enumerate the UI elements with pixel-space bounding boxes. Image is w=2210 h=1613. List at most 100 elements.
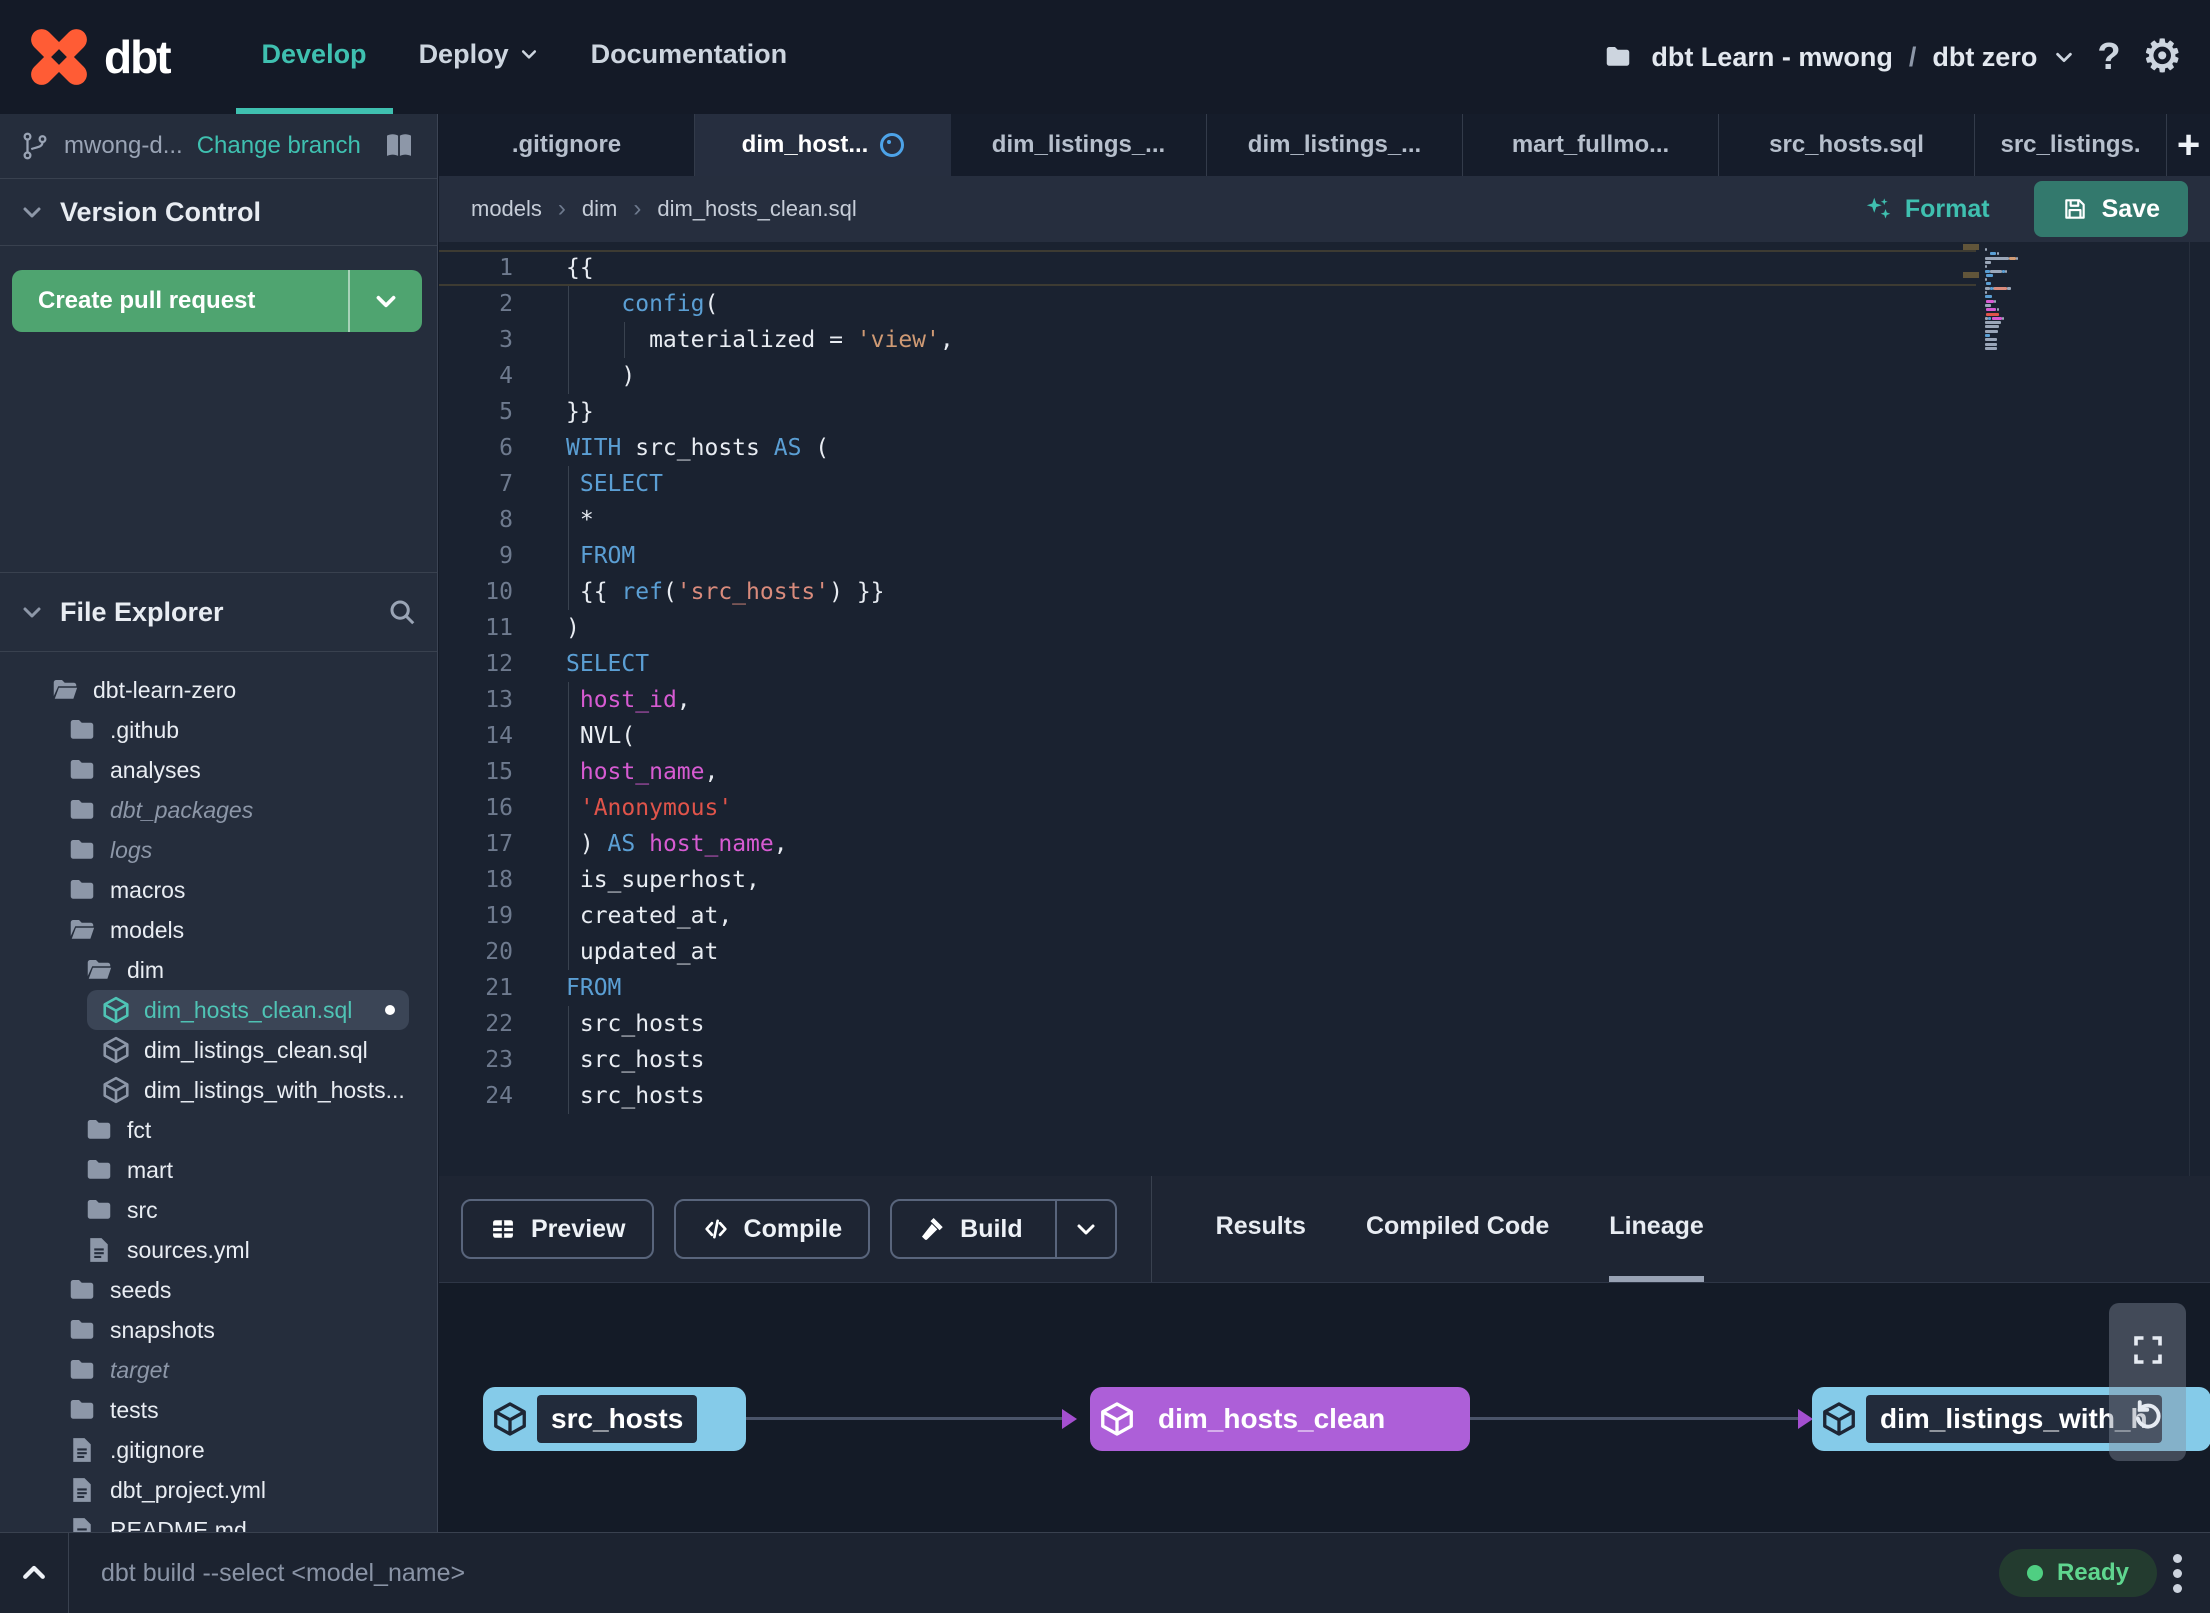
indent-guide [624, 322, 625, 358]
tree-item-dim-listings-clean-sql[interactable]: dim_listings_clean.sql [0, 1030, 437, 1070]
fullscreen-icon[interactable] [2130, 1332, 2166, 1368]
file-tab-src-listings-[interactable]: src_listings. [1975, 114, 2167, 176]
line-content: {{ [566, 250, 594, 286]
tree-item-sources-yml[interactable]: sources.yml [0, 1230, 437, 1270]
docs-book-icon[interactable] [381, 130, 417, 162]
tree-item-dbt-packages[interactable]: dbt_packages [0, 790, 437, 830]
tree-item-dim[interactable]: dim [0, 950, 437, 990]
line-number: 17 [485, 831, 513, 857]
sparkles-icon [1866, 197, 1891, 219]
tree-item-dbt-project-yml[interactable]: dbt_project.yml [0, 1470, 437, 1510]
tree-item-tests[interactable]: tests [0, 1390, 437, 1430]
tree-item-target[interactable]: target [0, 1350, 437, 1390]
minimap-line [1996, 308, 1999, 312]
tree-item-seeds[interactable]: seeds [0, 1270, 437, 1310]
tree-item-src[interactable]: src [0, 1190, 437, 1230]
code-token: ) [566, 615, 580, 641]
search-icon[interactable] [387, 597, 417, 627]
lineage-node-dim-hosts-clean[interactable]: dim_hosts_clean [1090, 1387, 1470, 1451]
lineage-node-src-hosts[interactable]: src_hosts [483, 1387, 746, 1451]
line-number: 4 [499, 363, 513, 389]
tree-item-models[interactable]: models [0, 910, 437, 950]
panel-tab-compiled-code[interactable]: Compiled Code [1366, 1176, 1549, 1282]
create-pull-request-button[interactable]: Create pull request [12, 270, 348, 332]
new-tab-button[interactable]: + [2167, 114, 2210, 176]
chevron-up-icon[interactable] [16, 1558, 52, 1588]
format-button[interactable]: Format [1863, 194, 1990, 224]
nav-item-develop[interactable]: Develop [235, 0, 393, 114]
model-cube-icon [1101, 1402, 1133, 1436]
command-bar-divider [68, 1533, 69, 1613]
code-editor[interactable]: 1{{2 config(3 materialized = 'view', 4 ) 5… [439, 242, 2210, 1176]
create-pull-request-dropdown[interactable] [348, 270, 422, 332]
kebab-menu-icon[interactable] [2173, 1553, 2182, 1593]
nav-item-label: Develop [261, 38, 367, 69]
project-chevron-down-icon[interactable] [2053, 46, 2075, 68]
tree-item-fct[interactable]: fct [0, 1110, 437, 1150]
compile-button[interactable]: Compile [673, 1199, 871, 1259]
panel-tab-lineage[interactable]: Lineage [1609, 1176, 1704, 1282]
tree-item-logs[interactable]: logs [0, 830, 437, 870]
line-content: ) [566, 358, 635, 394]
minimap-line [1985, 260, 1991, 264]
build-button[interactable]: Build [890, 1199, 1117, 1259]
unsaved-indicator-icon [880, 133, 905, 157]
tree-item-label: seeds [110, 1276, 172, 1303]
preview-button[interactable]: Preview [461, 1199, 654, 1259]
tree-item-macros[interactable]: macros [0, 870, 437, 910]
file-tab-dim-listings-[interactable]: dim_listings_... [1207, 114, 1463, 176]
tree-item-label: src [127, 1196, 158, 1223]
change-branch-link[interactable]: Change branch [197, 132, 361, 160]
file-tree: dbt-learn-zero .github analyses dbt_package… [0, 652, 437, 1532]
minimap-line [1985, 334, 1990, 337]
nav-item-documentation[interactable]: Documentation [565, 0, 814, 114]
editor-scrollbar-track[interactable] [2189, 242, 2190, 1176]
minimap-line [1985, 265, 1988, 269]
tree-item-analyses[interactable]: analyses [0, 750, 437, 790]
result-panel-tabs: Results Compiled Code Lineage [1216, 1176, 1704, 1282]
code-line-12: 12 SELECT [439, 646, 2210, 682]
tree-item--gitignore[interactable]: .gitignore [0, 1430, 437, 1470]
nav-item-deploy[interactable]: Deploy [393, 0, 565, 114]
tree-item-dim-listings-with-hosts-[interactable]: dim_listings_with_hosts... [0, 1070, 437, 1110]
version-control-header[interactable]: Version Control [0, 179, 437, 246]
code-line-22: 22 src_hosts [439, 1006, 2210, 1042]
line-content: ) AS host_name, [566, 826, 788, 862]
chevron-down-icon [376, 295, 396, 308]
chevron-down-icon [23, 607, 41, 618]
account-name[interactable]: dbt Learn - mwong [1651, 42, 1892, 73]
tree-item-dim-hosts-clean-sql[interactable]: dim_hosts_clean.sql [0, 990, 437, 1030]
file-icon [73, 1478, 91, 1502]
dbt-logo[interactable]: dbt [28, 0, 172, 114]
build-dropdown[interactable] [1054, 1201, 1115, 1257]
minimap-line [1985, 295, 1992, 299]
tree-item-snapshots[interactable]: snapshots [0, 1310, 437, 1350]
tree-item-label: analyses [110, 756, 201, 783]
panel-tab-results[interactable]: Results [1216, 1176, 1306, 1282]
line-content: src_hosts [566, 1006, 704, 1042]
minimap-line [1985, 278, 1988, 282]
command-input[interactable]: dbt build --select <model_name> [101, 1559, 1999, 1588]
tree-item-mart[interactable]: mart [0, 1150, 437, 1190]
code-line-11: 11) [439, 610, 2210, 646]
tree-item-dbt-learn-zero[interactable]: dbt-learn-zero [0, 670, 437, 710]
settings-gear-icon[interactable]: ⚙ [2143, 35, 2182, 79]
file-tab-src-hosts-sql[interactable]: src_hosts.sql [1719, 114, 1975, 176]
file-tab-dim-host-[interactable]: dim_host... [695, 114, 951, 176]
file-tab-mart-fullmo-[interactable]: mart_fullmo... [1463, 114, 1719, 176]
indent-guide [568, 574, 569, 610]
help-icon[interactable]: ? [2091, 36, 2126, 79]
tree-item-content: src [70, 1190, 409, 1230]
file-explorer-header[interactable]: File Explorer [0, 572, 437, 652]
file-tab-dim-listings-[interactable]: dim_listings_... [951, 114, 1207, 176]
minimap[interactable] [1983, 248, 2043, 368]
project-name[interactable]: dbt zero [1932, 42, 2037, 73]
tree-item-readme-md[interactable]: README.md [0, 1510, 437, 1532]
file-tab--gitignore[interactable]: .gitignore [439, 114, 695, 176]
line-content: SELECT [566, 466, 663, 502]
minimap-ruler-mark [1963, 244, 1979, 250]
tree-item--github[interactable]: .github [0, 710, 437, 750]
save-button[interactable]: Save [2033, 181, 2188, 237]
refresh-icon[interactable] [2130, 1397, 2166, 1433]
line-content: SELECT [566, 646, 649, 682]
